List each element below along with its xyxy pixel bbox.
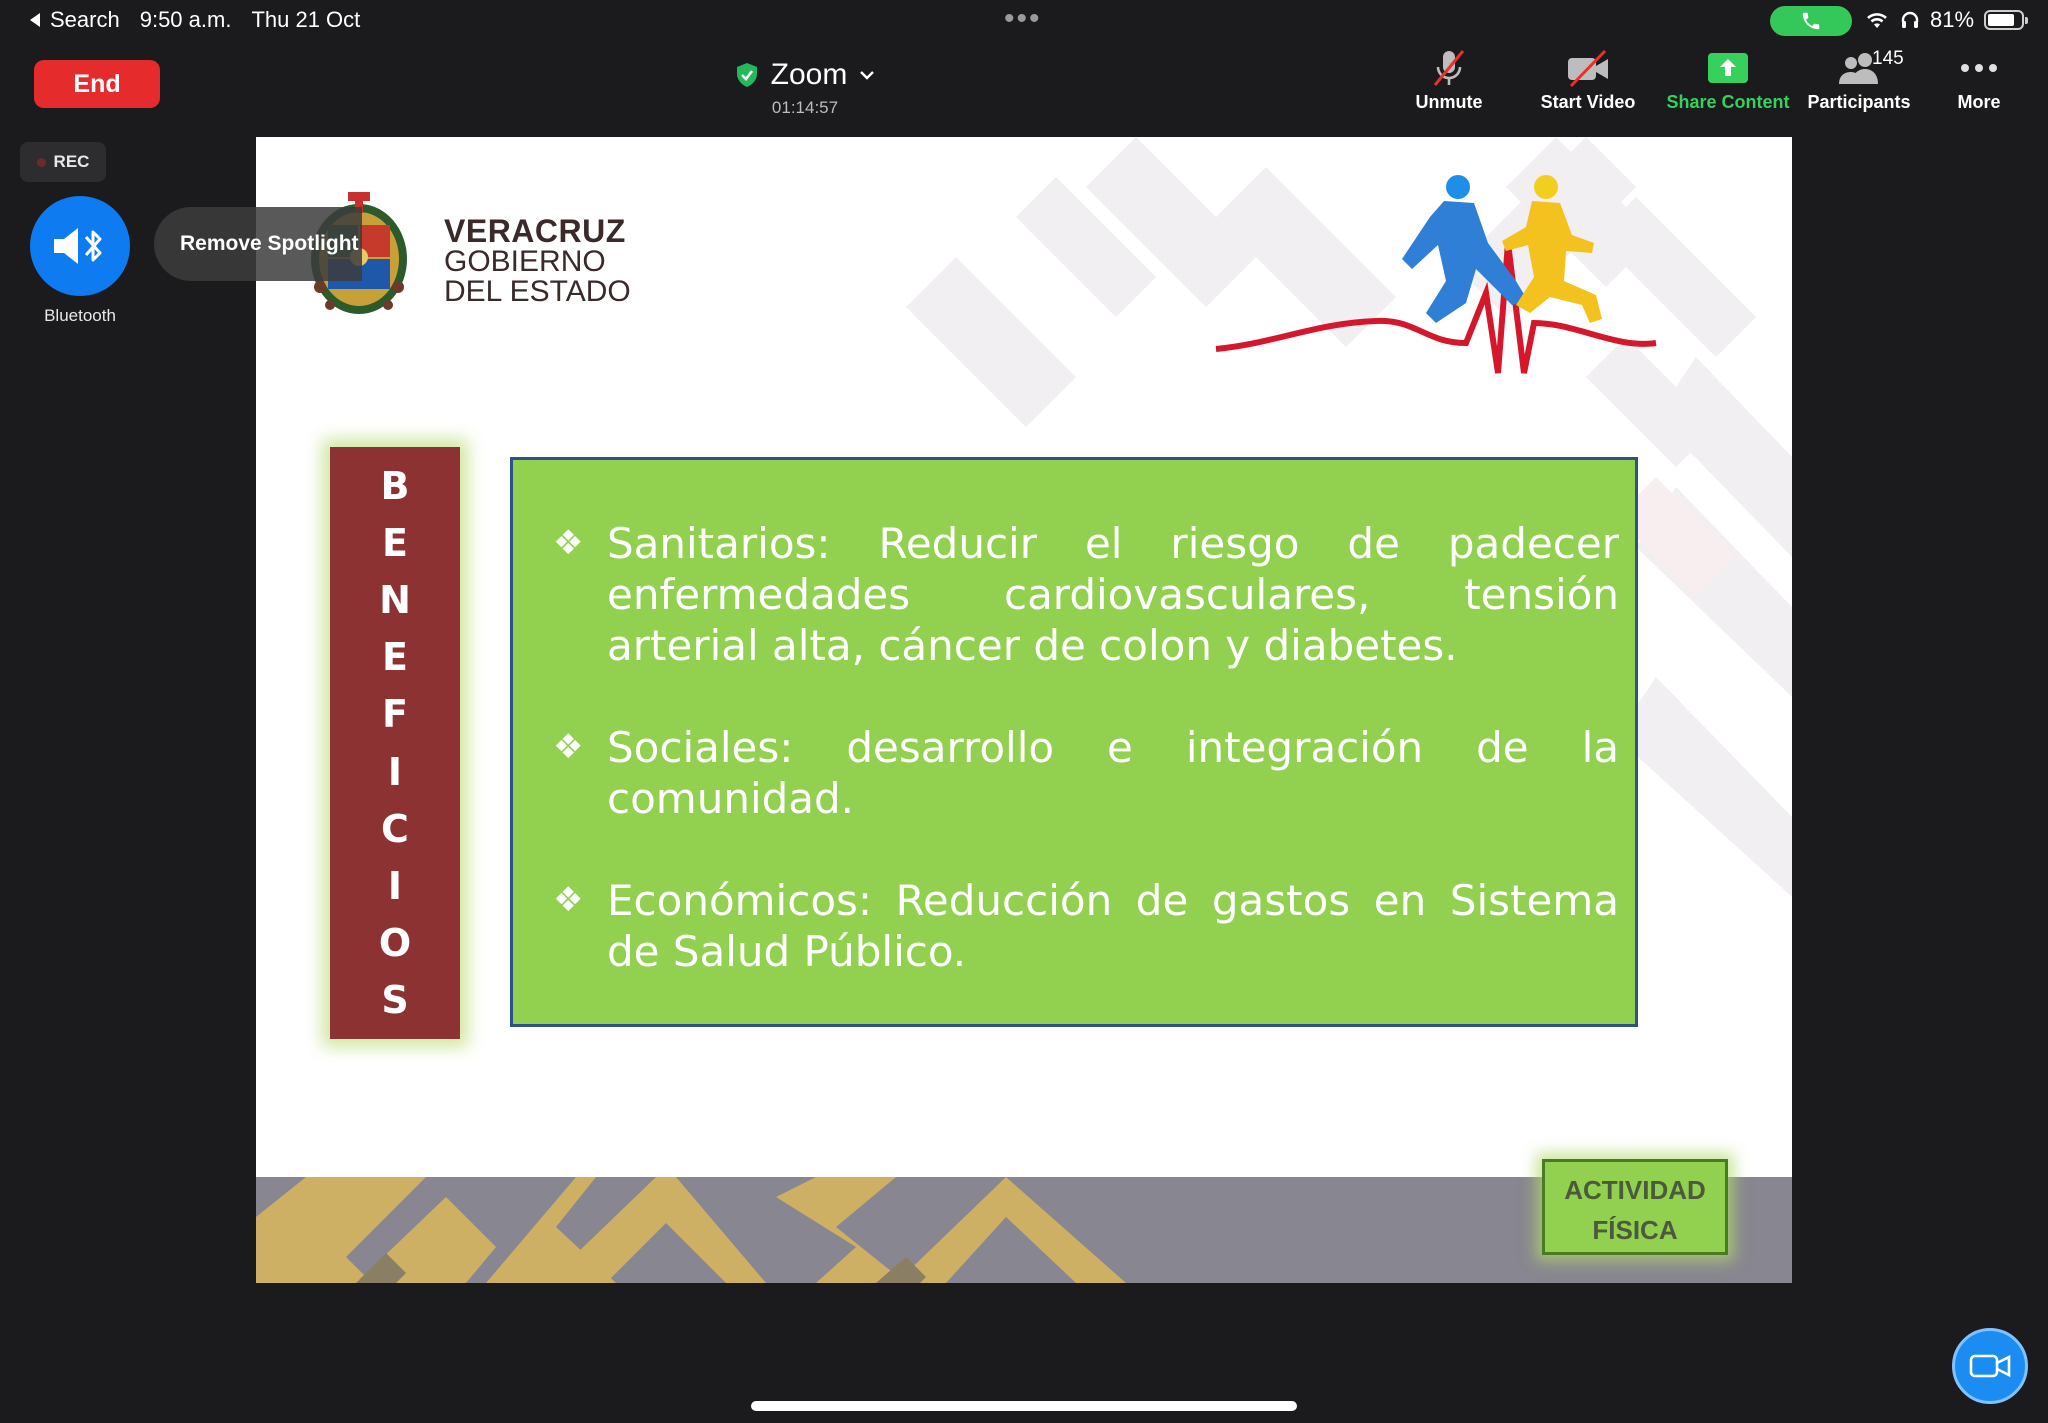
benefit-item: ❖ Sociales: desarrollo e integración de … xyxy=(553,722,1619,824)
banner-letter: C xyxy=(381,806,409,851)
end-meeting-button[interactable]: End xyxy=(34,60,160,108)
benefit-text: Sociales: desarrollo e integración de la… xyxy=(607,723,1619,823)
banner-letter: E xyxy=(382,635,408,680)
badge-line2: FÍSICA xyxy=(1592,1215,1678,1245)
benefit-text: Sanitarios: Reducir el riesgo de padecer… xyxy=(607,519,1619,670)
participants-count: 145 xyxy=(1872,48,1904,69)
start-video-label: Start Video xyxy=(1540,92,1636,112)
share-screen-icon xyxy=(1708,53,1748,83)
back-label: Search xyxy=(50,7,120,32)
benefit-text: Económicos: Reducción de gastos en Siste… xyxy=(607,876,1619,976)
bluetooth-label: Bluetooth xyxy=(44,306,116,325)
banner-letter: O xyxy=(378,921,412,966)
banner-letter: I xyxy=(387,863,403,908)
brand-del-estado: DEL ESTADO xyxy=(444,275,631,308)
audio-route-button[interactable] xyxy=(30,196,130,296)
muted-microphone-icon xyxy=(1433,50,1465,86)
camera-button[interactable] xyxy=(1952,1328,2028,1404)
banner-letter: S xyxy=(381,978,409,1023)
battery-percent: 81% xyxy=(1930,7,1975,32)
remove-spotlight-button[interactable]: Remove Spotlight xyxy=(154,207,362,281)
unmute-label: Unmute xyxy=(1415,92,1483,112)
diamond-bullet-icon: ❖ xyxy=(553,727,584,767)
phone-icon xyxy=(1802,12,1820,30)
banner-letter: I xyxy=(387,749,403,794)
security-shield-icon xyxy=(736,63,757,87)
bluetooth-speaker-icon xyxy=(54,228,102,264)
brand-gobierno: GOBIERNO xyxy=(444,245,606,278)
share-content-label: Share Content xyxy=(1666,92,1790,112)
banner-letter: N xyxy=(379,577,411,622)
beneficios-vertical-banner: B E N E F I C I O S xyxy=(330,447,460,1039)
share-content-button[interactable]: Share Content xyxy=(1653,48,1803,113)
actividad-fisica-badge: ACTIVIDAD FÍSICA xyxy=(1542,1159,1728,1255)
more-button[interactable]: More xyxy=(1904,48,2048,113)
rec-label: REC xyxy=(53,152,90,171)
active-call-pill[interactable] xyxy=(1770,6,1852,36)
back-to-search[interactable]: Search xyxy=(28,7,120,33)
diamond-bullet-icon: ❖ xyxy=(553,880,584,920)
banner-letter: B xyxy=(380,463,410,508)
video-camera-icon xyxy=(1969,1354,2011,1378)
video-off-icon xyxy=(1568,49,1608,88)
unmute-button[interactable]: Unmute xyxy=(1374,48,1524,113)
start-video-button[interactable]: Start Video xyxy=(1513,48,1663,113)
benefit-item: ❖ Sanitarios: Reducir el riesgo de padec… xyxy=(553,518,1619,671)
banner-letter: E xyxy=(382,520,408,565)
more-label: More xyxy=(1957,92,2001,112)
back-arrow-icon xyxy=(30,13,40,27)
status-time: 9:50 a.m. xyxy=(139,7,232,32)
recording-indicator[interactable]: REC xyxy=(20,142,106,182)
wifi-icon xyxy=(1867,13,1887,28)
battery-icon xyxy=(1984,10,2029,30)
status-bar: Search 9:50 a.m. Thu 21 Oct ••• 81% xyxy=(0,0,2048,42)
banner-letter: F xyxy=(382,692,408,737)
diamond-bullet-icon: ❖ xyxy=(553,523,584,563)
shared-slide: VERACRUZ GOBIERNO DEL ESTADO B E N E F I… xyxy=(256,137,1792,1283)
record-dot-icon xyxy=(36,157,46,167)
more-dots-icon xyxy=(1961,64,1997,72)
badge-line1: ACTIVIDAD xyxy=(1564,1175,1706,1205)
headphones-icon xyxy=(1901,11,1919,28)
meeting-title: Zoom xyxy=(770,58,848,91)
chevron-down-icon xyxy=(860,71,875,80)
multitasking-dots-icon[interactable]: ••• xyxy=(1004,2,1042,36)
benefits-box: ❖ Sanitarios: Reducir el riesgo de padec… xyxy=(510,457,1638,1027)
meeting-info[interactable]: Zoom 01:14:57 xyxy=(720,58,890,128)
meeting-timer: 01:14:57 xyxy=(771,98,839,117)
benefit-item: ❖ Económicos: Reducción de gastos en Sis… xyxy=(553,875,1619,977)
home-indicator[interactable] xyxy=(751,1401,1297,1411)
status-date: Thu 21 Oct xyxy=(251,7,361,32)
